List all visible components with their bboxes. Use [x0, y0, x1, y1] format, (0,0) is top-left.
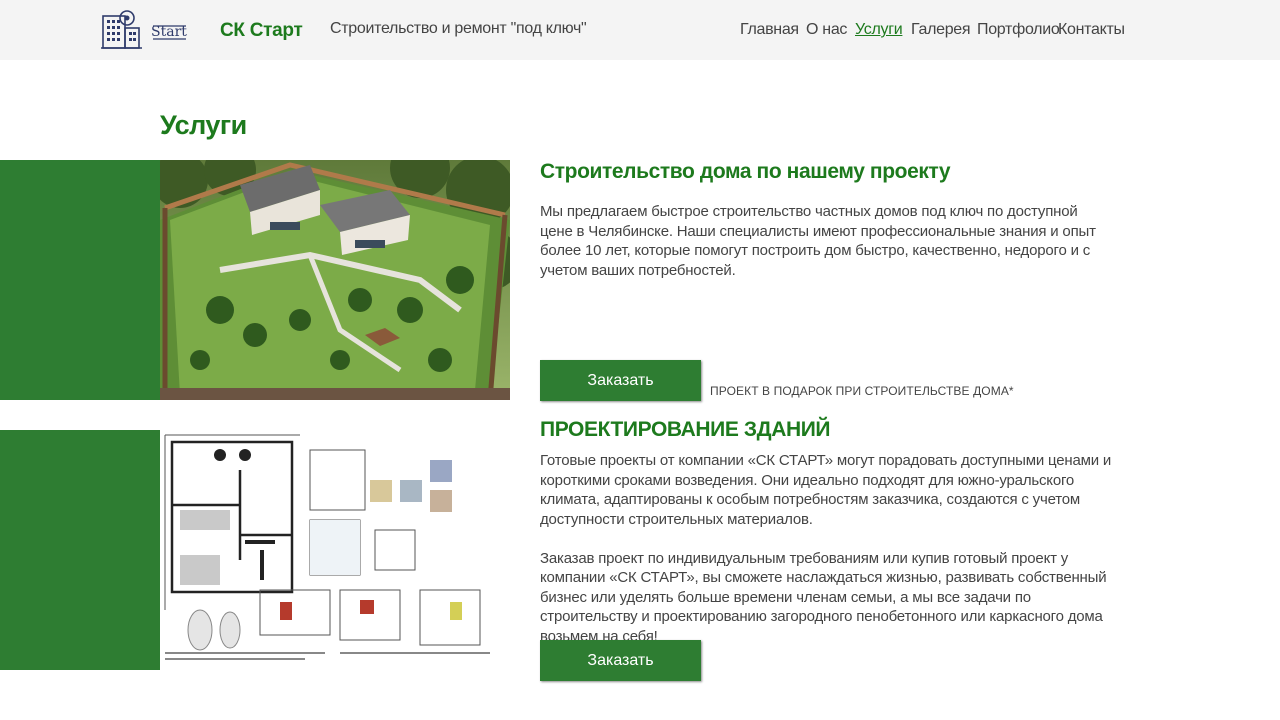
nav-services[interactable]: Услуги: [855, 21, 903, 39]
tagline: Строительство и ремонт "под ключ": [330, 20, 587, 37]
service-description: Мы предлагаем быстрое строительство част…: [540, 202, 1112, 280]
nav-contacts[interactable]: Контакты: [1058, 21, 1125, 39]
nav-portfolio[interactable]: Портфолио: [977, 21, 1060, 39]
service-paragraph: Заказав проект по индивидуальным требова…: [540, 549, 1107, 645]
logo-text: Start: [151, 24, 187, 40]
service-title: Строительство дома по нашему проекту: [540, 160, 951, 183]
page-title: Услуги: [160, 110, 247, 140]
nav-home[interactable]: Главная: [740, 21, 799, 39]
order-button[interactable]: Заказать: [540, 640, 701, 681]
nav-gallery[interactable]: Галерея: [911, 21, 971, 39]
promo-note: ПРОЕКТ В ПОДАРОК ПРИ СТРОИТЕЛЬСТВЕ ДОМА*: [710, 384, 1014, 398]
service-paragraph: Мы предлагаем быстрое строительство част…: [540, 203, 1096, 279]
service-paragraph: Готовые проекты от компании «СК СТАРТ» м…: [540, 452, 1112, 528]
green-accent-block: [0, 430, 160, 670]
floor-plan-image: [160, 430, 510, 670]
order-button[interactable]: Заказать: [540, 360, 701, 401]
green-accent-block: [0, 160, 160, 400]
service-description: Готовые проекты от компании «СК СТАРТ» м…: [540, 451, 1112, 646]
service-title: ПРОЕКТИРОВАНИЕ ЗДАНИЙ: [540, 418, 831, 441]
house-render-image: [160, 160, 510, 400]
logo[interactable]: Start: [100, 6, 188, 52]
site-header: Start СК Старт Строительство и ремонт "п…: [0, 0, 1280, 60]
brand-name[interactable]: СК Старт: [220, 20, 303, 42]
building-logo-icon: Start: [101, 10, 187, 49]
nav-about[interactable]: О нас: [806, 21, 847, 39]
